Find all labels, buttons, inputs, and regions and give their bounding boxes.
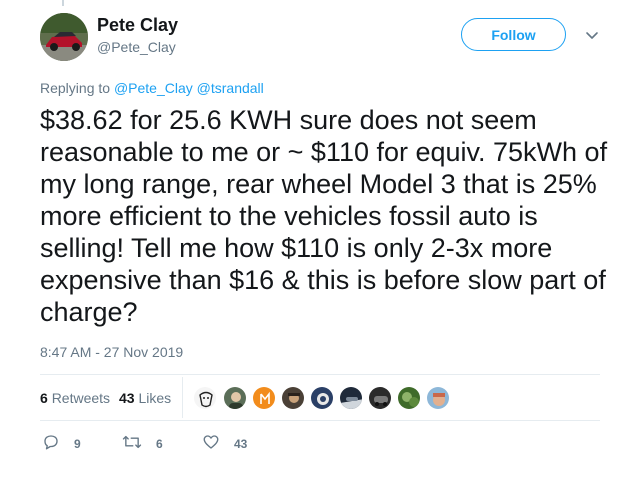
liker-avatar-5[interactable]: [310, 386, 334, 410]
mention-link[interactable]: @Pete_Clay: [114, 80, 193, 96]
liker-avatar-7[interactable]: [368, 386, 392, 410]
tweet-timestamp[interactable]: 8:47 AM - 27 Nov 2019: [40, 344, 183, 360]
likes-stat[interactable]: 43 Likes: [119, 390, 171, 406]
retweet-icon: [122, 433, 156, 454]
liker-avatar-1[interactable]: [193, 386, 217, 410]
retweets-count: 6: [40, 390, 48, 406]
author-handle[interactable]: @Pete_Clay: [97, 39, 176, 55]
liker-avatar-4[interactable]: [281, 386, 305, 410]
retweet-count: 6: [156, 436, 163, 451]
reply-button[interactable]: 9: [42, 433, 81, 454]
mention-link[interactable]: @tsrandall: [197, 80, 264, 96]
retweets-stat[interactable]: 6 Retweets: [40, 390, 110, 406]
thread-connector-line: [62, 0, 64, 6]
replying-label: Replying to: [40, 80, 111, 96]
like-button[interactable]: 43: [202, 433, 247, 454]
liker-avatar-8[interactable]: [397, 386, 421, 410]
liker-avatar-9[interactable]: [426, 386, 450, 410]
retweets-label: Retweets: [51, 390, 111, 406]
liker-avatar-6[interactable]: [339, 386, 363, 410]
follow-button[interactable]: Follow: [461, 18, 566, 51]
replying-to: Replying to @Pete_Clay @tsrandall: [40, 80, 264, 96]
like-count: 43: [234, 436, 248, 451]
author-name[interactable]: Pete Clay: [97, 15, 178, 36]
reply-count: 9: [74, 436, 81, 451]
tweet-actions: 9 6 43: [40, 433, 340, 453]
likes-label: Likes: [138, 390, 172, 406]
tweet-stats: 6 Retweets 43 Likes: [40, 374, 600, 421]
liker-avatar-3[interactable]: [252, 386, 276, 410]
retweet-button[interactable]: 6: [122, 433, 163, 454]
stats-divider: [182, 377, 183, 418]
author-avatar[interactable]: [40, 13, 88, 61]
liker-avatar-2[interactable]: [223, 386, 247, 410]
reply-icon: [42, 433, 74, 454]
chevron-down-icon[interactable]: [584, 27, 600, 43]
tweet-text: $38.62 for 25.6 KWH sure does not seem r…: [40, 105, 608, 327]
heart-icon: [202, 433, 234, 454]
likes-count: 43: [119, 390, 135, 406]
